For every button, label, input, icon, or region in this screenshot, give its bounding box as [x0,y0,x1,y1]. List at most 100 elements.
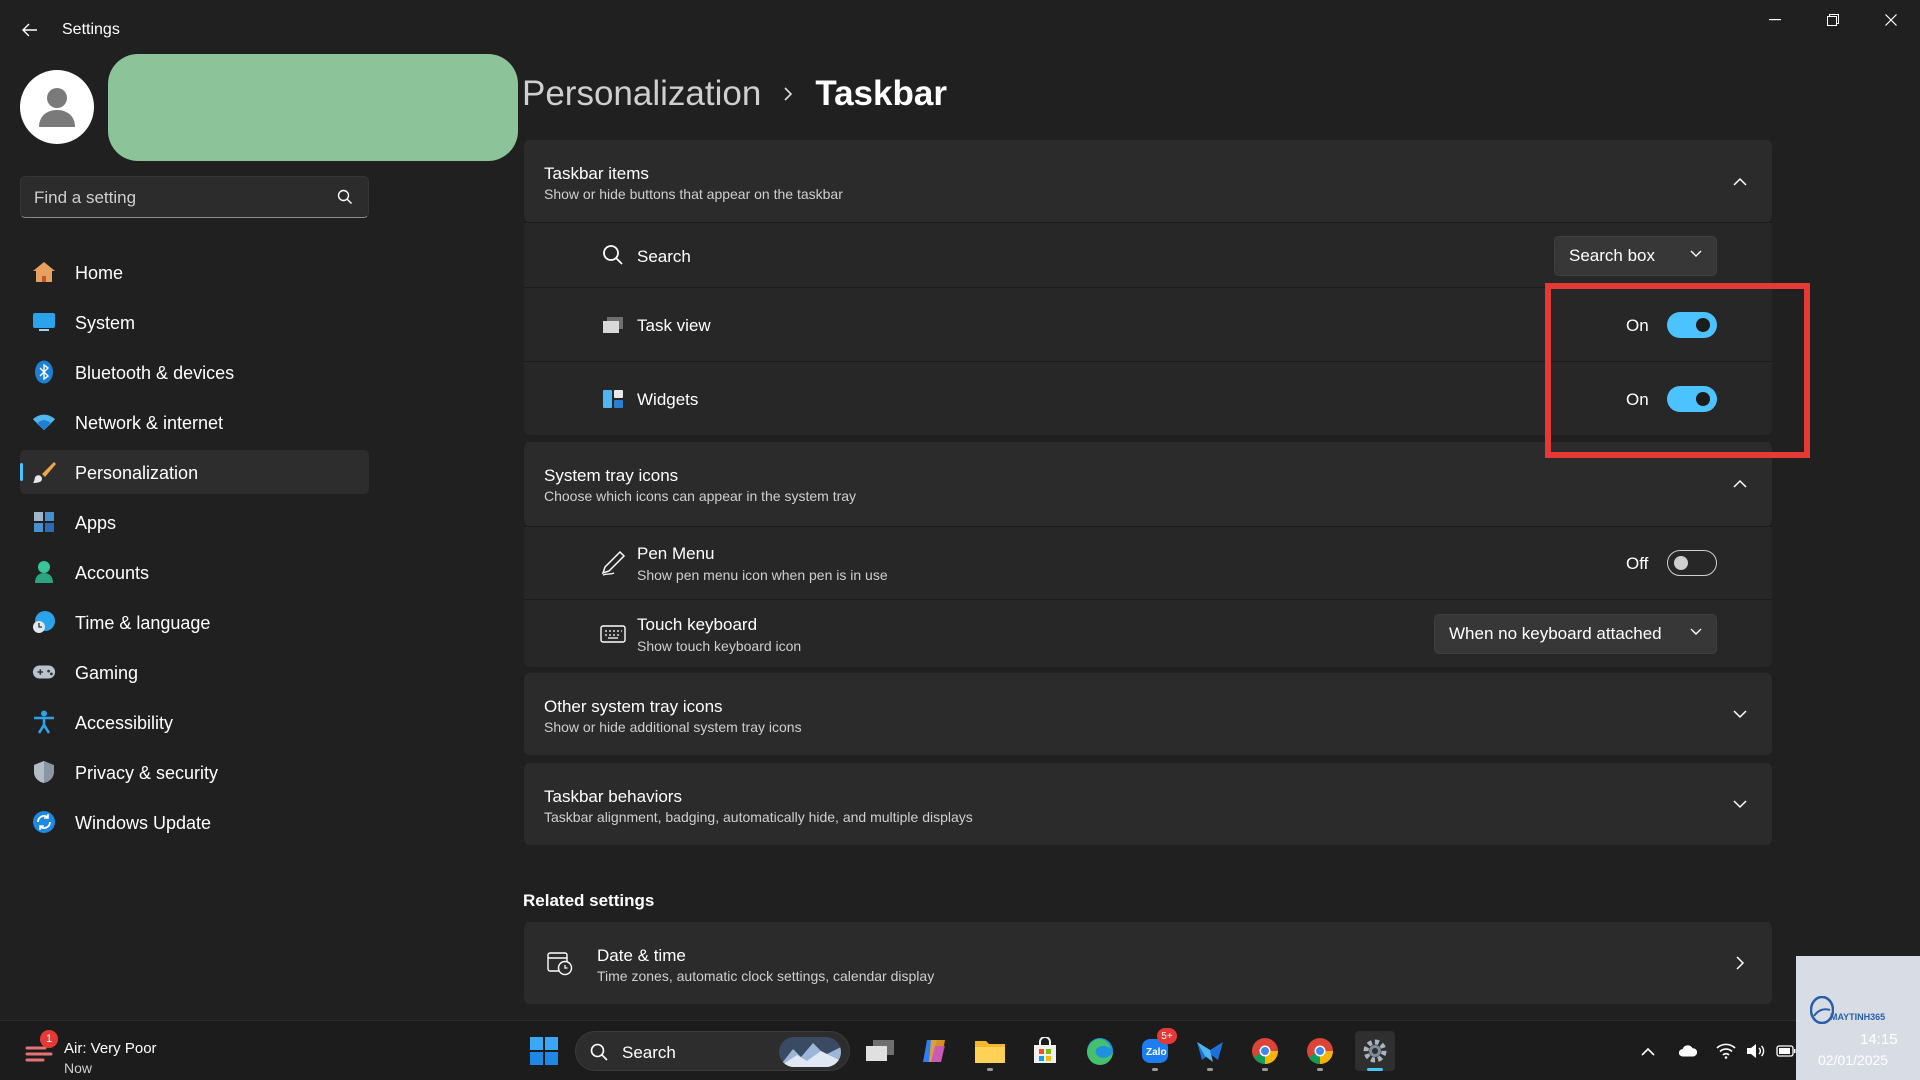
sidebar-item-label: System [75,313,136,333]
pen-icon [599,549,627,577]
app-button[interactable] [1190,1031,1230,1071]
sidebar-item-label: Bluetooth & devices [75,363,235,383]
store-icon [1034,1037,1056,1063]
link-title: Date & time [597,946,686,965]
breadcrumb-parent-link[interactable]: Personalization [522,74,761,114]
notification-badge: 5+ [1157,1028,1177,1044]
running-indicator [1207,1068,1213,1071]
minimize-icon [1769,19,1781,21]
chevron-down-icon[interactable] [1730,704,1750,724]
accessibility-icon [32,710,56,734]
windows-taskbar: 1 Air: Very Poor Now Search Zalo 5+ MAYT… [0,956,1920,1080]
calendar-clock-icon [546,949,574,977]
file-explorer-button[interactable] [970,1031,1010,1071]
chevron-up-icon[interactable] [1730,171,1750,191]
copilot-button[interactable] [914,1031,954,1071]
toggle-state-label: Off [1626,554,1649,573]
apps-icon [32,510,56,534]
battery-icon[interactable] [1776,1041,1796,1061]
sidebar-item-apps[interactable]: Apps [20,500,369,544]
search-mode-dropdown[interactable]: Search box [1554,236,1717,276]
clock-time[interactable]: 14:15 [1860,1031,1898,1048]
sidebar-item-accessibility[interactable]: Accessibility [20,700,369,744]
running-indicator [1152,1068,1158,1071]
update-icon [32,810,56,834]
breadcrumb: Personalization Taskbar [522,70,947,118]
bird-app-icon [1197,1042,1223,1062]
onedrive-icon[interactable] [1678,1041,1698,1061]
sidebar-item-gaming[interactable]: Gaming [20,650,369,694]
back-arrow-icon [22,23,37,37]
notification-badge: 1 [40,1030,58,1048]
chevron-up-icon[interactable] [1730,473,1750,493]
sidebar-item-label: Apps [75,513,117,533]
section-title: System tray icons [544,466,679,485]
chrome-button[interactable] [1245,1031,1285,1071]
task-view-icon [866,1040,894,1061]
chrome-profile-button[interactable] [1300,1031,1340,1071]
taskbar-behaviors-section[interactable]: Taskbar behaviors Taskbar alignment, bad… [524,763,1772,845]
search-input[interactable] [34,186,324,210]
highlight-annotation [1545,283,1810,458]
taskbar-search[interactable]: Search [575,1031,850,1071]
restore-button[interactable] [1810,4,1856,36]
sidebar-item-label: Network & internet [75,413,224,433]
keyboard-icon [599,620,627,648]
sidebar-item-windows-update[interactable]: Windows Update [20,800,369,844]
settings-search[interactable] [20,176,369,218]
windows-logo-icon [530,1037,558,1065]
search-icon[interactable] [337,189,353,205]
section-title: Taskbar behaviors [544,787,682,806]
weather-widget[interactable]: 1 Air: Very Poor Now [22,1030,222,1076]
date-time-link[interactable]: Date & time Time zones, automatic clock … [524,922,1772,1004]
start-button[interactable] [524,1031,564,1071]
chevron-right-icon [1730,953,1750,973]
clock-date[interactable]: 02/01/2025 [1818,1052,1888,1068]
sidebar-item-time-language[interactable]: Time & language [20,600,369,644]
system-icon [32,310,56,334]
edge-button[interactable] [1080,1031,1120,1071]
section-title: Other system tray icons [544,697,723,716]
sidebar-item-accounts[interactable]: Accounts [20,550,369,594]
volume-icon[interactable] [1746,1041,1766,1061]
setting-label: Task view [637,316,711,335]
user-icon [39,88,75,127]
touch-keyboard-dropdown[interactable]: When no keyboard attached [1434,614,1717,654]
sidebar-item-system[interactable]: System [20,300,369,344]
avatar[interactable] [20,70,94,144]
task-view-button[interactable] [860,1031,900,1071]
wifi-icon [32,410,56,434]
sidebar-item-network[interactable]: Network & internet [20,400,369,444]
taskbar-items-section-header[interactable]: Taskbar items Show or hide buttons that … [524,140,1772,222]
back-button[interactable] [16,16,44,44]
setting-label: Touch keyboard [637,615,758,634]
wifi-icon[interactable] [1716,1041,1736,1061]
section-subtitle: Show or hide buttons that appear on the … [544,186,843,202]
setting-row-touch-keyboard: Touch keyboard Show touch keyboard icon … [524,599,1772,667]
account-icon [32,560,56,584]
search-icon [599,241,627,269]
settings-app-button[interactable] [1355,1031,1395,1071]
dropdown-value: Search box [1569,246,1655,265]
sidebar-item-personalization[interactable]: Personalization [20,450,369,494]
edge-icon [1087,1038,1113,1065]
chrome-icon [1307,1038,1333,1064]
sidebar-item-home[interactable]: Home [20,250,369,294]
sidebar-item-bluetooth[interactable]: Bluetooth & devices [20,350,369,394]
setting-description: Show pen menu icon when pen is in use [637,567,888,583]
chevron-up-icon[interactable] [1638,1041,1658,1061]
pen-menu-toggle[interactable] [1667,550,1717,576]
other-tray-icons-section[interactable]: Other system tray icons Show or hide add… [524,673,1772,755]
zalo-button[interactable]: Zalo 5+ [1135,1028,1177,1071]
setting-label: Search [637,247,691,266]
minimize-button[interactable] [1752,4,1798,36]
restore-icon [1827,14,1839,26]
task-view-icon [599,311,627,339]
chevron-down-icon[interactable] [1730,794,1750,814]
microsoft-store-button[interactable] [1025,1031,1065,1071]
close-button[interactable] [1868,4,1914,36]
running-indicator [1367,1068,1383,1071]
sidebar-item-privacy[interactable]: Privacy & security [20,750,369,794]
sidebar-item-label: Windows Update [75,813,212,833]
setting-description: Show touch keyboard icon [637,638,802,654]
